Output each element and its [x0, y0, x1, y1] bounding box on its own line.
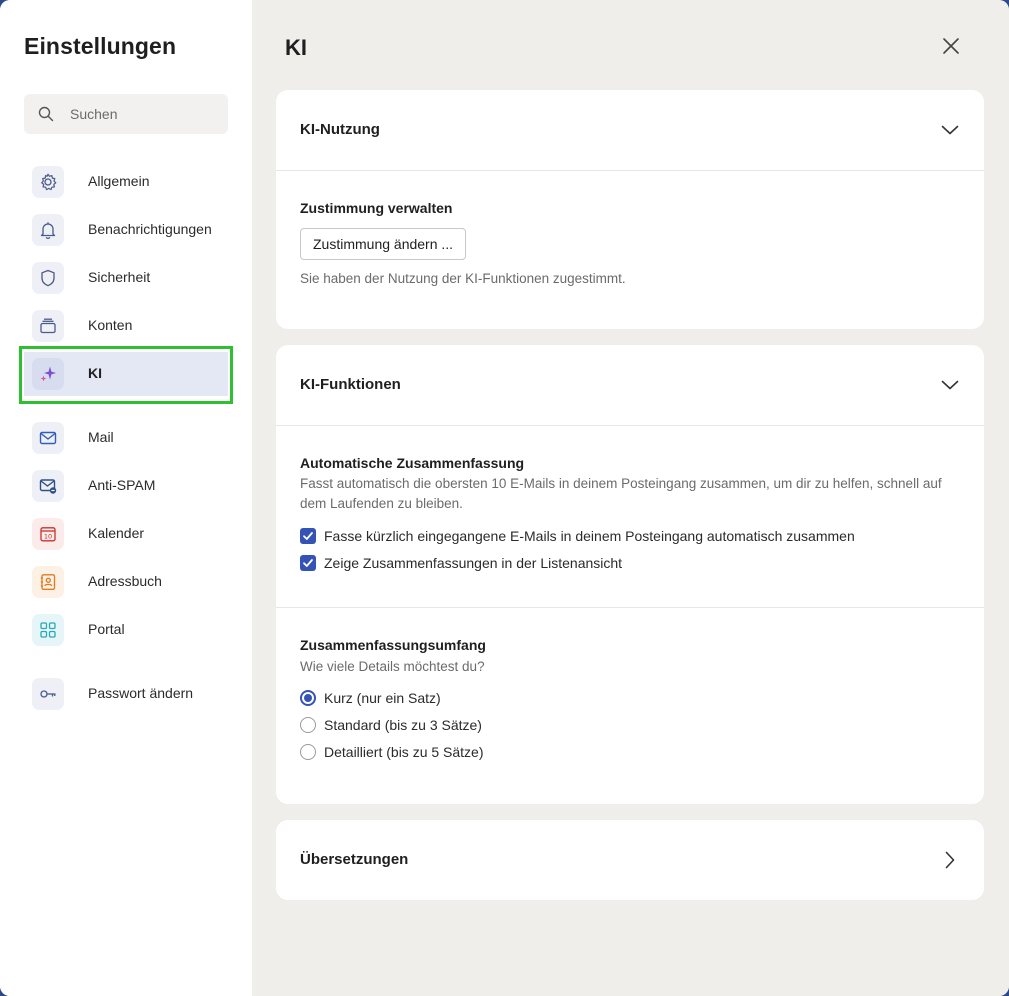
- consent-section: Zustimmung verwalten Zustimmung ändern .…: [276, 171, 984, 329]
- card-header-ki-funktionen[interactable]: KI-Funktionen: [276, 345, 984, 425]
- checkbox-checked[interactable]: [300, 528, 316, 544]
- sidebar: Einstellungen Allgemein: [0, 0, 252, 996]
- chevron-right-icon: [945, 851, 955, 869]
- sidebar-item-kalender[interactable]: 10 Kalender: [24, 512, 228, 556]
- card-header-uebersetzungen[interactable]: Übersetzungen: [276, 820, 984, 900]
- radio-unselected[interactable]: [300, 744, 316, 760]
- close-icon: [943, 38, 959, 54]
- sidebar-item-konten[interactable]: Konten: [24, 304, 228, 348]
- sidebar-item-label: Adressbuch: [88, 573, 162, 589]
- sidebar-item-label: Passwort ändern: [88, 685, 194, 701]
- radio-unselected[interactable]: [300, 717, 316, 733]
- gear-icon: [32, 166, 64, 198]
- checkmark-icon: [303, 532, 313, 540]
- auto-summary-section: Automatische Zusammenfassung Fasst autom…: [276, 426, 984, 607]
- checkbox-show-in-list[interactable]: Zeige Zusammenfassungen in der Listenans…: [300, 554, 622, 572]
- card-ki-nutzung: KI-Nutzung Zustimmung verwalten Zustimmu…: [276, 90, 984, 329]
- sidebar-item-label: Mail: [88, 429, 114, 445]
- sidebar-item-passwort-aendern[interactable]: Passwort ändern: [24, 672, 228, 716]
- sidebar-item-mail[interactable]: Mail: [24, 416, 228, 460]
- calendar-badge: 10: [44, 533, 52, 541]
- sidebar-item-allgemein[interactable]: Allgemein: [24, 160, 228, 204]
- scope-title: Zusammenfassungsumfang: [300, 637, 486, 653]
- spam-mail-icon: [32, 470, 64, 502]
- sidebar-item-portal[interactable]: Portal: [24, 608, 228, 652]
- radio-selected[interactable]: [300, 690, 316, 706]
- consent-title: Zustimmung verwalten: [300, 200, 453, 216]
- auto-summary-description: Fasst automatisch die obersten 10 E-Mail…: [300, 476, 942, 511]
- sidebar-item-ki[interactable]: KI: [24, 352, 228, 396]
- sidebar-item-label: KI: [88, 365, 102, 381]
- chevron-down-icon: [941, 125, 959, 135]
- search-icon: [38, 106, 54, 122]
- bell-icon: [32, 214, 64, 246]
- checkbox-label: Fasse kürzlich eingegangene E-Mails in d…: [324, 528, 855, 544]
- main-content: KI KI-Nutzung Zustimmung verwalten Zusti…: [252, 0, 1009, 996]
- radio-label: Detailliert (bis zu 5 Sätze): [324, 744, 484, 760]
- key-icon: [32, 678, 64, 710]
- radio-kurz[interactable]: Kurz (nur ein Satz): [300, 689, 441, 707]
- sidebar-item-anti-spam[interactable]: Anti-SPAM: [24, 464, 228, 508]
- search-box[interactable]: [24, 94, 228, 134]
- auto-summary-title: Automatische Zusammenfassung: [300, 455, 525, 471]
- checkbox-checked[interactable]: [300, 555, 316, 571]
- consent-status: Sie haben der Nutzung der KI-Funktionen …: [300, 271, 626, 286]
- checkbox-auto-summarize[interactable]: Fasse kürzlich eingegangene E-Mails in d…: [300, 527, 855, 545]
- accounts-icon: [32, 310, 64, 342]
- sidebar-item-label: Sicherheit: [88, 269, 151, 285]
- radio-standard[interactable]: Standard (bis zu 3 Sätze): [300, 716, 482, 734]
- sidebar-item-adressbuch[interactable]: Adressbuch: [24, 560, 228, 604]
- sidebar-item-label: Anti-SPAM: [88, 477, 156, 493]
- sidebar-title: Einstellungen: [24, 33, 177, 59]
- card-uebersetzungen[interactable]: Übersetzungen: [276, 820, 984, 900]
- settings-window: Einstellungen Allgemein: [0, 0, 1009, 996]
- close-button[interactable]: [938, 33, 964, 59]
- card-title: KI-Nutzung: [300, 121, 380, 138]
- grid-icon: [32, 614, 64, 646]
- card-header-ki-nutzung[interactable]: KI-Nutzung: [276, 90, 984, 170]
- sparkle-icon: [32, 358, 64, 390]
- radio-label: Kurz (nur ein Satz): [324, 690, 441, 706]
- card-title: Übersetzungen: [300, 851, 409, 868]
- sidebar-item-label: Portal: [88, 621, 125, 637]
- mail-icon: [32, 422, 64, 454]
- shield-icon: [32, 262, 64, 294]
- page-title: KI: [285, 35, 307, 60]
- radio-label: Standard (bis zu 3 Sätze): [324, 717, 482, 733]
- sidebar-item-benachrichtigungen[interactable]: Benachrichtigungen: [24, 208, 228, 252]
- scope-question: Wie viele Details möchtest du?: [300, 659, 485, 674]
- chevron-down-icon: [941, 380, 959, 390]
- calendar-icon: 10: [32, 518, 64, 550]
- sidebar-item-label: Allgemein: [88, 173, 150, 189]
- summary-scope-section: Zusammenfassungsumfang Wie viele Details…: [276, 608, 984, 804]
- sidebar-item-label: Konten: [88, 317, 133, 333]
- search-input[interactable]: [70, 94, 220, 134]
- radio-detailliert[interactable]: Detailliert (bis zu 5 Sätze): [300, 743, 484, 761]
- card-ki-funktionen: KI-Funktionen Automatische Zusammenfassu…: [276, 345, 984, 804]
- sidebar-item-sicherheit[interactable]: Sicherheit: [24, 256, 228, 300]
- change-consent-button[interactable]: Zustimmung ändern ...: [300, 228, 467, 260]
- address-book-icon: [32, 566, 64, 598]
- checkmark-icon: [303, 559, 313, 567]
- sidebar-item-label: Benachrichtigungen: [88, 221, 212, 237]
- checkbox-label: Zeige Zusammenfassungen in der Listenans…: [324, 555, 623, 571]
- sidebar-item-label: Kalender: [88, 525, 145, 541]
- card-title: KI-Funktionen: [300, 376, 401, 393]
